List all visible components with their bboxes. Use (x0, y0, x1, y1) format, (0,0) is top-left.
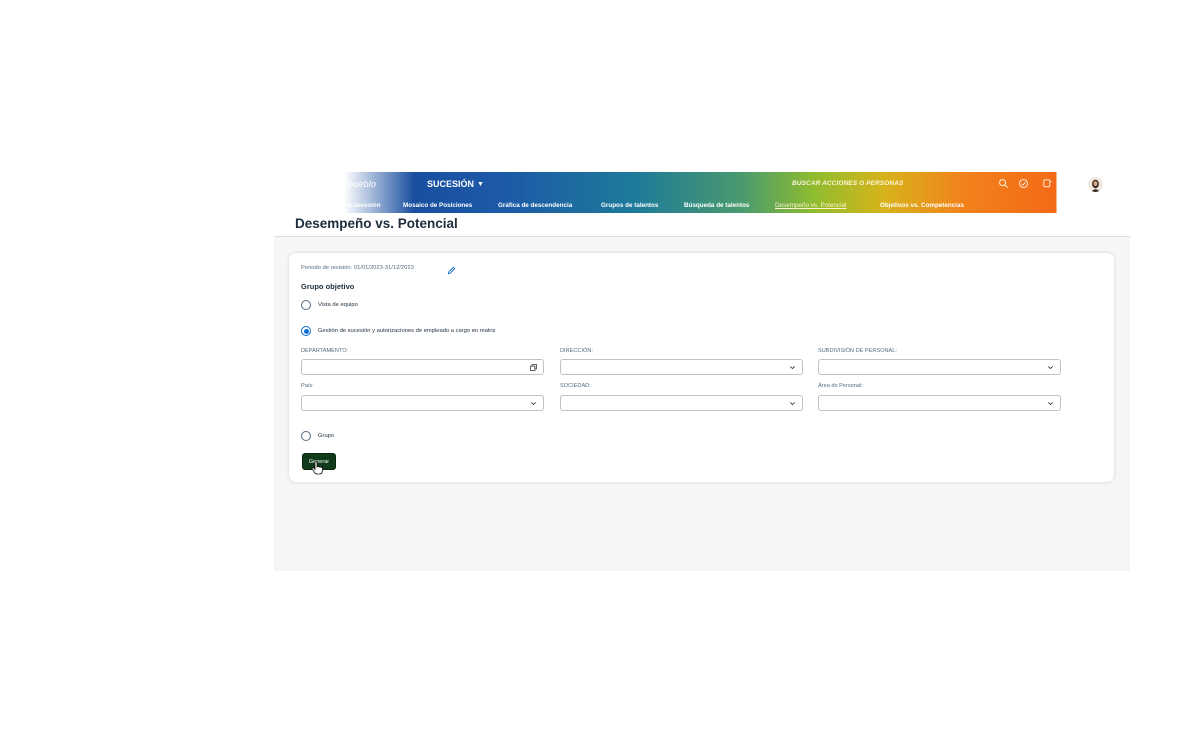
target-group-title: Grupo objetivo (301, 282, 355, 291)
user-avatar[interactable] (1088, 177, 1103, 192)
radio-button-selected[interactable] (301, 326, 311, 336)
pais-select[interactable] (301, 395, 544, 411)
chevron-down-icon (1048, 366, 1053, 370)
sociedad-select[interactable] (560, 395, 803, 411)
subdivision-label: SUBDIVISIÓN DE PERSONAL: (818, 348, 897, 354)
sociedad-label: SOCIEDAD: (560, 383, 591, 389)
tab-grupos-talentos[interactable]: Grupos de talentos (601, 202, 658, 209)
navigation-tabs: e sucesión Mosaico de Posiciones Gráfica… (274, 200, 1057, 213)
departamento-input[interactable] (301, 359, 544, 375)
tab-grafica-descendencia[interactable]: Gráfica de descendencia (498, 202, 572, 209)
edit-pencil-icon[interactable] (447, 266, 456, 275)
approval-icon[interactable] (1018, 178, 1029, 189)
search-field[interactable]: BUSCAR ACCIONES O PERSONAS (792, 180, 903, 187)
tab-busqueda-talentos[interactable]: Búsqueda de talentos (684, 202, 749, 209)
direccion-label: DIRECCIÓN: (560, 348, 593, 354)
direccion-select[interactable] (560, 359, 803, 375)
area-personal-select[interactable] (818, 395, 1061, 411)
pais-label: País: (301, 383, 314, 389)
app-window: pueblo SUCESIÓN ▼ BUSCAR ACCIONES O PERS… (274, 172, 1130, 571)
chevron-down-icon (790, 402, 795, 406)
radio-succession-management[interactable]: Gestión de sucesión y autorizaciones de … (301, 326, 496, 336)
page-title: Desempeño vs. Potencial (295, 216, 458, 231)
module-label: SUCESIÓN (427, 179, 475, 189)
radio-group[interactable]: Grupo (301, 431, 334, 441)
area-personal-label: Área de Personal: (818, 383, 863, 389)
search-icon[interactable] (998, 178, 1009, 189)
notifications-icon[interactable] (1042, 178, 1053, 189)
tab-sucesion[interactable]: e sucesión (348, 202, 381, 209)
tab-desempeno-potencial[interactable]: Desempeño vs. Potencial (775, 202, 846, 209)
tab-objetivos-competencias[interactable]: Objetivos vs. Competencias (880, 202, 964, 209)
review-period: Periodo de revisión: 01/01/2023-31/12/20… (301, 265, 414, 271)
module-selector[interactable]: SUCESIÓN ▼ (427, 179, 484, 189)
caret-down-icon: ▼ (477, 180, 484, 188)
subdivision-select[interactable] (818, 359, 1061, 375)
departamento-label: DEPARTAMENTO: (301, 348, 349, 354)
tab-mosaico-posiciones[interactable]: Mosaico de Posiciones (403, 202, 472, 209)
hand-cursor-icon (311, 461, 323, 475)
company-logo[interactable]: pueblo (348, 179, 376, 189)
radio-label: Gestión de sucesión y autorizaciones de … (318, 328, 496, 334)
page-header: Desempeño vs. Potencial (274, 213, 1130, 237)
target-group-card: Periodo de revisión: 01/01/2023-31/12/20… (289, 253, 1114, 482)
value-help-icon[interactable] (530, 364, 537, 371)
radio-label: Vista de equipo (318, 302, 358, 308)
chevron-down-icon (1048, 402, 1053, 406)
shell-bar: pueblo SUCESIÓN ▼ BUSCAR ACCIONES O PERS… (274, 172, 1130, 213)
chevron-down-icon (531, 402, 536, 406)
radio-team-view[interactable]: Vista de equipo (301, 300, 358, 310)
radio-button[interactable] (301, 431, 311, 441)
radio-button[interactable] (301, 300, 311, 310)
user-photo (1091, 179, 1100, 192)
radio-label: Grupo (318, 433, 335, 439)
chevron-down-icon (790, 366, 795, 370)
